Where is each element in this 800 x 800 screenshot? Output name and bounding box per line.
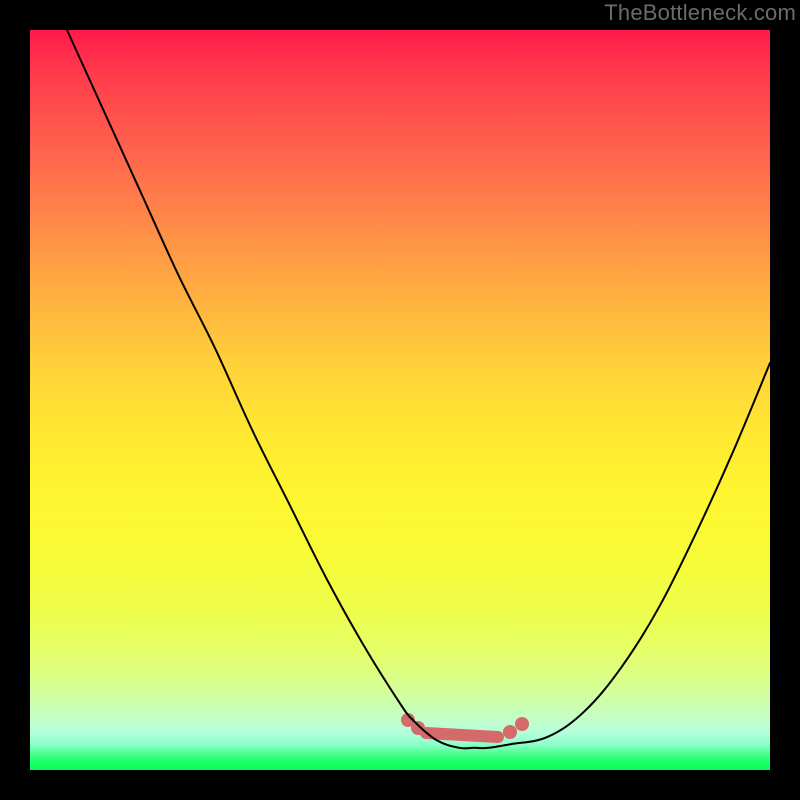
watermark-text: TheBottleneck.com — [604, 0, 796, 26]
accent-dot-left-2 — [411, 721, 425, 735]
accent-dot-right-1 — [503, 725, 517, 739]
plot-area — [30, 30, 770, 770]
chart-frame: TheBottleneck.com — [0, 0, 800, 800]
accent-dot-right-2 — [515, 717, 529, 731]
accent-segment-main — [426, 733, 498, 737]
bottleneck-curve-path — [67, 30, 770, 748]
curve-svg — [30, 30, 770, 770]
